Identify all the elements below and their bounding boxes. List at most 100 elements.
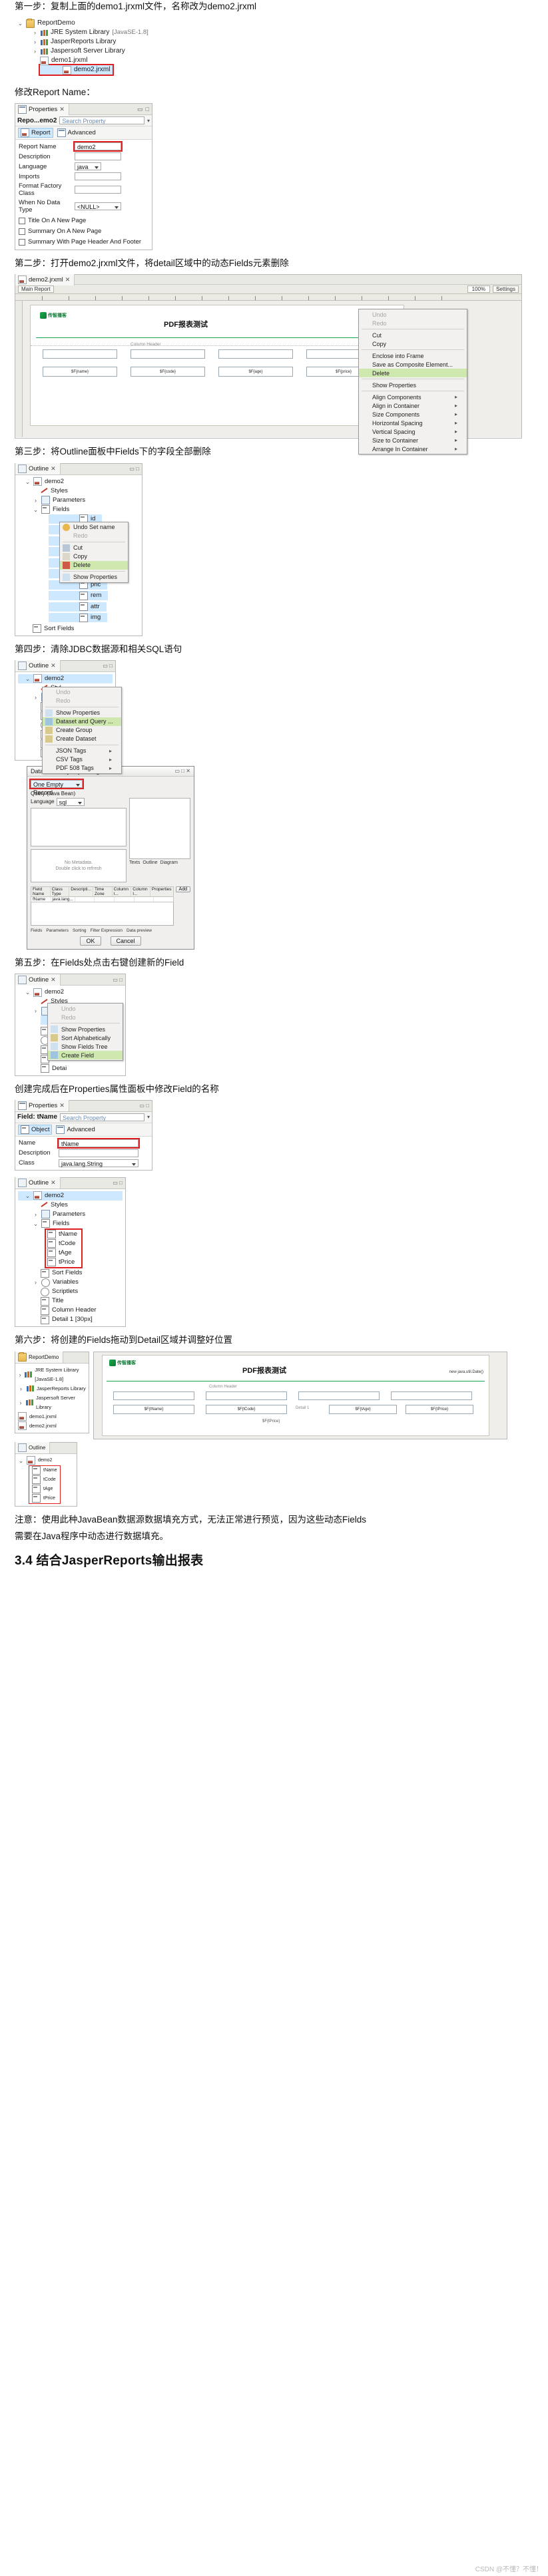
outline-field-tprice[interactable]: tPrice [32,1494,57,1503]
menu-item-copy[interactable]: Copy [359,339,467,348]
outline-field-tage[interactable]: tAge [47,1248,77,1258]
outline-root-demo2[interactable]: ⌄ demo2 [18,1191,123,1200]
menu-item-cut[interactable]: Cut [60,544,128,552]
collapse-arrow-icon[interactable]: › [33,693,39,702]
collapse-arrow-icon[interactable]: › [33,1210,39,1219]
column-header-cell[interactable] [43,349,117,359]
detail-field-age[interactable]: $F{age} [218,367,293,377]
field-name-input[interactable]: tName [57,1137,140,1149]
tab-diagram[interactable]: Diagram [160,860,178,865]
tab-object[interactable]: Object [31,1126,49,1133]
menu-item-size-to-container[interactable]: Size to Container ▸ [359,436,467,445]
menu-item-show-properties[interactable]: Show Properties [60,573,128,582]
tree-item-demo2[interactable]: demo2.jrxml [38,64,115,77]
tab-outline[interactable]: Outline ✕ [15,660,61,672]
report-page[interactable]: 传智播客 PDF报表测试 new java.util.Date() Column… [102,1354,489,1436]
menu-item-vertical-spacing[interactable]: Vertical Spacing ▸ [359,427,467,436]
tab-fields[interactable]: Fields [31,928,42,933]
metadata-area[interactable]: No Metadata. Double click to refresh [31,848,127,882]
panel-controls[interactable]: ▭ □ [113,977,125,983]
close-icon[interactable]: ✕ [51,976,56,984]
menu-item-show-properties[interactable]: Show Properties [48,1025,123,1033]
column-header-cell[interactable] [206,1391,287,1400]
maximize-icon[interactable]: □ [146,106,149,113]
panel-controls[interactable]: ▭ □ [129,466,142,472]
menu-item-horizontal-spacing[interactable]: Horizontal Spacing ▸ [359,419,467,427]
menu-item-csv-tags[interactable]: CSV Tags ▸ [43,755,121,764]
tree-item-jasperreports-lib[interactable]: › JasperReports Library [17,37,148,47]
close-icon[interactable]: ✕ [59,106,65,113]
tab-advanced[interactable]: Advanced [67,1126,95,1133]
menu-item-delete[interactable]: Delete [359,369,467,378]
expand-arrow-icon[interactable]: ⌄ [33,1219,39,1228]
tab-demo2-jrxml[interactable]: demo2.jrxml ✕ [15,274,75,285]
outline-node-title[interactable]: Title [18,1296,123,1306]
close-icon[interactable]: ✕ [65,276,71,283]
date-expression[interactable]: new java.util.Date() [449,1370,483,1374]
expand-arrow-icon[interactable]: ⌄ [33,505,39,514]
report-title-text[interactable]: PDF报表测试 [164,319,208,329]
tab-outline[interactable]: Outline ✕ [15,1177,61,1189]
collapse-arrow-icon[interactable]: › [18,1370,22,1380]
dialog-bottom-tabs[interactable]: Fields Parameters Sorting Filter Express… [31,928,190,933]
menu-item-create-field[interactable]: Create Field [48,1051,123,1059]
detail-field-tprice[interactable]: $F{tPrice} [406,1404,473,1414]
menu-item-show-fields-tree[interactable]: Show Fields Tree [48,1042,123,1051]
close-icon[interactable]: ✕ [51,465,56,472]
menu-item-create-dataset[interactable]: Create Dataset [43,735,121,743]
outline-node-sort-fields[interactable]: Sort Fields [18,1268,123,1278]
ok-button[interactable]: OK [80,936,101,946]
dialog-window-controls[interactable]: ▭ □ ✕ [174,768,190,774]
outline-root-demo2[interactable]: ⌄ demo2 [18,673,113,683]
cancel-button[interactable]: Cancel [110,936,141,946]
column-header-cell[interactable] [391,1391,472,1400]
outline-node-scriptlets[interactable]: Scriptlets [18,1287,123,1296]
collapse-arrow-icon[interactable]: › [32,28,38,37]
tab-parameters[interactable]: Parameters [46,928,69,933]
panel-controls[interactable]: ▭ □ [103,663,115,669]
tab-filter-expression[interactable]: Filter Expression [91,928,123,933]
outline-root-demo2[interactable]: ⌄ demo2 [18,988,123,997]
collapse-arrow-icon[interactable]: › [33,496,39,505]
expand-arrow-icon[interactable]: ⌄ [25,477,31,486]
checkbox-title-new-page[interactable]: Title On A New Page [19,216,148,226]
close-icon[interactable]: ✕ [51,662,56,669]
menu-item-align-in-container[interactable]: Align in Container ▸ [359,401,467,410]
tree-item-jaspersoft-server-lib[interactable]: › Jaspersoft Server Library [17,47,148,56]
close-icon[interactable]: ✕ [51,1179,56,1187]
tab-texts[interactable]: Texts [129,860,140,865]
menu-item-undo-set-name[interactable]: Undo Set name [60,523,128,532]
language-combo[interactable]: sql [56,797,85,806]
outline-context-menu-step3[interactable]: Undo Set name Redo Cut Copy Delete Show … [59,521,129,583]
tab-advanced[interactable]: Advanced [68,129,96,136]
outline-field-tage[interactable]: tAge [32,1485,57,1494]
expand-arrow-icon[interactable]: ⌄ [25,988,31,997]
collapse-arrow-icon[interactable]: › [33,1006,39,1015]
collapse-arrow-icon[interactable]: › [18,1384,24,1393]
expand-arrow-icon[interactable]: ⌄ [25,674,31,683]
detail-field-code[interactable]: $F{code} [131,367,205,377]
right-tabs[interactable]: Texts Outline Diagram [129,860,190,865]
outline-node-styles[interactable]: Styles [18,1200,123,1210]
collapse-arrow-icon[interactable]: › [33,1278,39,1287]
dataset-combo[interactable]: One Empty Record [29,778,84,796]
menu-item-size-components[interactable]: Size Components ▸ [359,410,467,419]
collapse-arrow-icon[interactable]: › [18,1398,23,1407]
settings-button[interactable]: Settings [493,285,519,293]
outline-node-detail[interactable]: Detai [18,1064,123,1073]
outline-node-sort-fields[interactable]: Sort Fields [18,624,139,634]
search-property-input[interactable]: Search Property [60,1113,144,1121]
table-row[interactable]: fName java.lang... [31,896,174,902]
main-report-selector[interactable]: Main Report [18,285,54,293]
detail-field-tcode[interactable]: $F{tCode} [206,1404,287,1414]
checkbox-summary-new-page[interactable]: Summary On A New Page [19,227,148,236]
collapse-arrow-icon[interactable]: › [32,47,38,56]
outline-field-tname[interactable]: tName [32,1466,57,1475]
collapse-arrow-icon[interactable]: › [32,37,38,47]
chevron-down-icon[interactable]: ▾ [147,1114,150,1120]
checkbox-icon[interactable] [19,218,25,224]
when-no-data-combo[interactable]: <NULL> [75,202,121,210]
menu-item-delete[interactable]: Delete [60,560,128,570]
tab-properties[interactable]: Properties ✕ [15,1100,69,1112]
checkbox-summary-with-header[interactable]: Summary With Page Header And Footer [19,238,148,247]
